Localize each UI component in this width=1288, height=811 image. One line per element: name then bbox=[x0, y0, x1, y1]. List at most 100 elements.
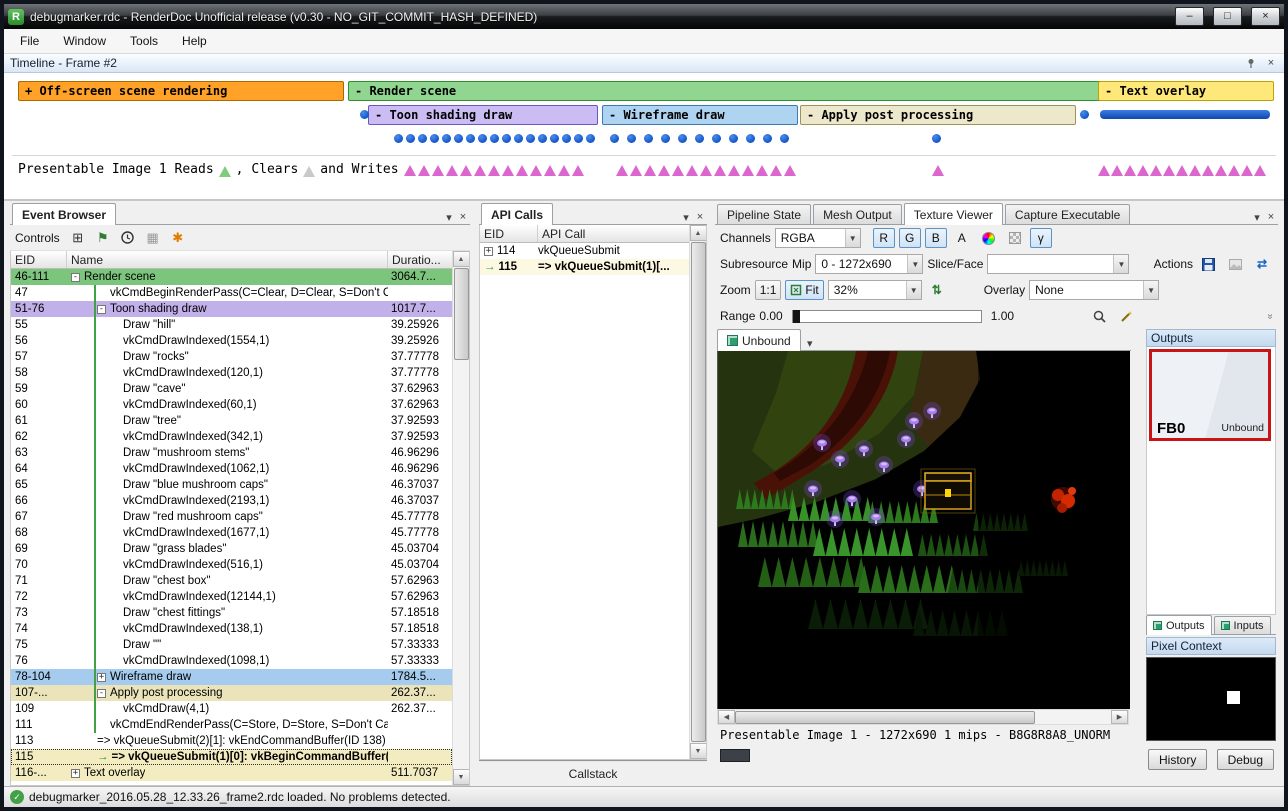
column-name[interactable]: Name bbox=[67, 251, 388, 268]
event-row-115[interactable]: 115→=> vkQueueSubmit(1)[0]: vkBeginComma… bbox=[11, 749, 452, 765]
draw-event-dot[interactable] bbox=[746, 134, 755, 143]
pin-icon[interactable] bbox=[1244, 56, 1258, 70]
zoom-range-button[interactable] bbox=[1088, 306, 1111, 326]
close-icon[interactable]: × bbox=[456, 210, 470, 224]
expander-icon[interactable]: - bbox=[97, 305, 106, 314]
draw-event-dot[interactable] bbox=[514, 134, 523, 143]
event-row-113[interactable]: 113=> vkQueueSubmit(2)[1]: vkEndCommandB… bbox=[11, 733, 452, 749]
tab-pipeline-state[interactable]: Pipeline State bbox=[717, 204, 811, 224]
draw-event-dot[interactable] bbox=[526, 134, 535, 143]
scroll-down-icon[interactable]: ▼ bbox=[453, 769, 470, 785]
splitter[interactable] bbox=[707, 203, 715, 786]
api-calls-vscrollbar[interactable]: ▲ ▼ bbox=[689, 225, 706, 759]
draw-event-dot[interactable] bbox=[678, 134, 687, 143]
draw-event-dot[interactable] bbox=[394, 134, 403, 143]
event-row-60[interactable]: 60vkCmdDrawIndexed(60,1)37.62963 bbox=[11, 397, 452, 413]
texture-hscrollbar[interactable]: ◀ ▶ bbox=[717, 709, 1129, 725]
write-triangle-icon[interactable] bbox=[1137, 165, 1149, 176]
scroll-up-icon[interactable]: ▲ bbox=[690, 225, 707, 241]
write-triangle-icon[interactable] bbox=[1098, 165, 1110, 176]
draw-event-dot[interactable] bbox=[490, 134, 499, 143]
timeline-marker-line[interactable] bbox=[1100, 110, 1270, 119]
event-row-57[interactable]: 57Draw "rocks"37.77778 bbox=[11, 349, 452, 365]
callstack-section[interactable]: Callstack bbox=[479, 760, 707, 786]
scroll-right-icon[interactable]: ▶ bbox=[1111, 710, 1128, 724]
snowflake-icon[interactable]: ✱ bbox=[167, 228, 189, 248]
event-row-61[interactable]: 61Draw "tree"37.92593 bbox=[11, 413, 452, 429]
write-triangle-icon[interactable] bbox=[488, 165, 500, 176]
event-row-64[interactable]: 64vkCmdDrawIndexed(1062,1)46.96296 bbox=[11, 461, 452, 477]
scroll-down-icon[interactable]: ▼ bbox=[690, 743, 707, 759]
draw-event-dot[interactable] bbox=[780, 134, 789, 143]
timeline-bar[interactable]: - Toon shading draw bbox=[368, 105, 598, 125]
event-row-107-...[interactable]: 107-...-Apply post processing262.37... bbox=[11, 685, 452, 701]
tab-event-browser[interactable]: Event Browser bbox=[12, 203, 116, 225]
event-row-116-...[interactable]: 116-...+Text overlay511.7037 bbox=[11, 765, 452, 781]
expander-icon[interactable]: - bbox=[97, 689, 106, 698]
texture-preview-image[interactable] bbox=[717, 351, 1129, 709]
write-triangle-icon[interactable] bbox=[446, 165, 458, 176]
gamma-button[interactable]: γ bbox=[1030, 228, 1052, 248]
draw-event-dot[interactable] bbox=[430, 134, 439, 143]
channel-b-button[interactable]: B bbox=[925, 228, 947, 248]
timeline-bar[interactable]: - Wireframe draw bbox=[602, 105, 798, 125]
menu-item-window[interactable]: Window bbox=[51, 29, 118, 53]
event-row-73[interactable]: 73Draw "chest fittings"57.18518 bbox=[11, 605, 452, 621]
menu-item-help[interactable]: Help bbox=[170, 29, 219, 53]
write-triangle-icon[interactable] bbox=[1124, 165, 1136, 176]
tab-texture-viewer[interactable]: Texture Viewer bbox=[904, 203, 1003, 225]
write-triangle-icon[interactable] bbox=[1176, 165, 1188, 176]
draw-event-dot[interactable] bbox=[586, 134, 595, 143]
splitter[interactable] bbox=[470, 203, 479, 786]
draw-event-dot[interactable] bbox=[550, 134, 559, 143]
event-row-65[interactable]: 65Draw "blue mushroom caps"46.37037 bbox=[11, 477, 452, 493]
event-browser-vscrollbar[interactable]: ▲ ▼ bbox=[452, 251, 469, 785]
write-triangle-icon[interactable] bbox=[770, 165, 782, 176]
overlay-combo[interactable]: None▼ bbox=[1029, 280, 1159, 300]
tab-unbound-texture[interactable]: Unbound bbox=[717, 329, 801, 351]
column-eid[interactable]: EID bbox=[480, 225, 538, 242]
write-triangle-icon[interactable] bbox=[572, 165, 584, 176]
write-triangle-icon[interactable] bbox=[502, 165, 514, 176]
draw-event-dot[interactable] bbox=[418, 134, 427, 143]
draw-event-dot[interactable] bbox=[502, 134, 511, 143]
scroll-up-icon[interactable]: ▲ bbox=[453, 251, 470, 267]
channel-r-button[interactable]: R bbox=[873, 228, 895, 248]
draw-event-dot[interactable] bbox=[610, 134, 619, 143]
menu-item-tools[interactable]: Tools bbox=[118, 29, 170, 53]
write-triangle-icon[interactable] bbox=[1254, 165, 1266, 176]
draw-event-dot[interactable] bbox=[695, 134, 704, 143]
draw-event-dot[interactable] bbox=[466, 134, 475, 143]
draw-event-dot[interactable] bbox=[562, 134, 571, 143]
close-icon[interactable]: × bbox=[693, 210, 707, 224]
draw-event-dot[interactable] bbox=[406, 134, 415, 143]
zoom-fit-button[interactable]: Fit bbox=[785, 280, 823, 300]
draw-event-dot[interactable] bbox=[454, 134, 463, 143]
tab-api-calls[interactable]: API Calls bbox=[481, 203, 553, 225]
toolbar-overflow-icon[interactable]: » bbox=[1265, 313, 1276, 319]
tab-mesh-output[interactable]: Mesh Output bbox=[813, 204, 902, 224]
write-triangle-icon[interactable] bbox=[686, 165, 698, 176]
event-row-69[interactable]: 69Draw "grass blades"45.03704 bbox=[11, 541, 452, 557]
api-call-row-115[interactable]: →115=> vkQueueSubmit(1)[... bbox=[480, 259, 689, 275]
draw-event-dot[interactable] bbox=[932, 134, 941, 143]
write-triangle-icon[interactable] bbox=[658, 165, 670, 176]
timeline-bar[interactable]: - Render scene bbox=[348, 81, 1102, 101]
event-row-67[interactable]: 67Draw "red mushroom caps"45.77778 bbox=[11, 509, 452, 525]
write-triangle-icon[interactable] bbox=[700, 165, 712, 176]
output-thumbnail-fb0[interactable]: FB0 Unbound bbox=[1149, 349, 1271, 441]
write-triangle-icon[interactable] bbox=[432, 165, 444, 176]
event-row-68[interactable]: 68vkCmdDrawIndexed(1677,1)45.77778 bbox=[11, 525, 452, 541]
event-row-56[interactable]: 56vkCmdDrawIndexed(1554,1)39.25926 bbox=[11, 333, 452, 349]
draw-event-dot[interactable] bbox=[712, 134, 721, 143]
range-handle[interactable] bbox=[793, 310, 800, 323]
timeline-panel-header[interactable]: Timeline - Frame #2 × bbox=[4, 54, 1284, 73]
write-triangle-icon[interactable] bbox=[1163, 165, 1175, 176]
write-triangle-icon[interactable] bbox=[728, 165, 740, 176]
checkerboard-button[interactable] bbox=[1004, 228, 1026, 248]
event-row-75[interactable]: 75Draw ""57.33333 bbox=[11, 637, 452, 653]
close-icon[interactable]: × bbox=[1264, 56, 1278, 70]
draw-event-dot[interactable] bbox=[763, 134, 772, 143]
timeline-bar[interactable]: - Text overlay bbox=[1098, 81, 1274, 101]
expander-icon[interactable]: - bbox=[71, 273, 80, 282]
